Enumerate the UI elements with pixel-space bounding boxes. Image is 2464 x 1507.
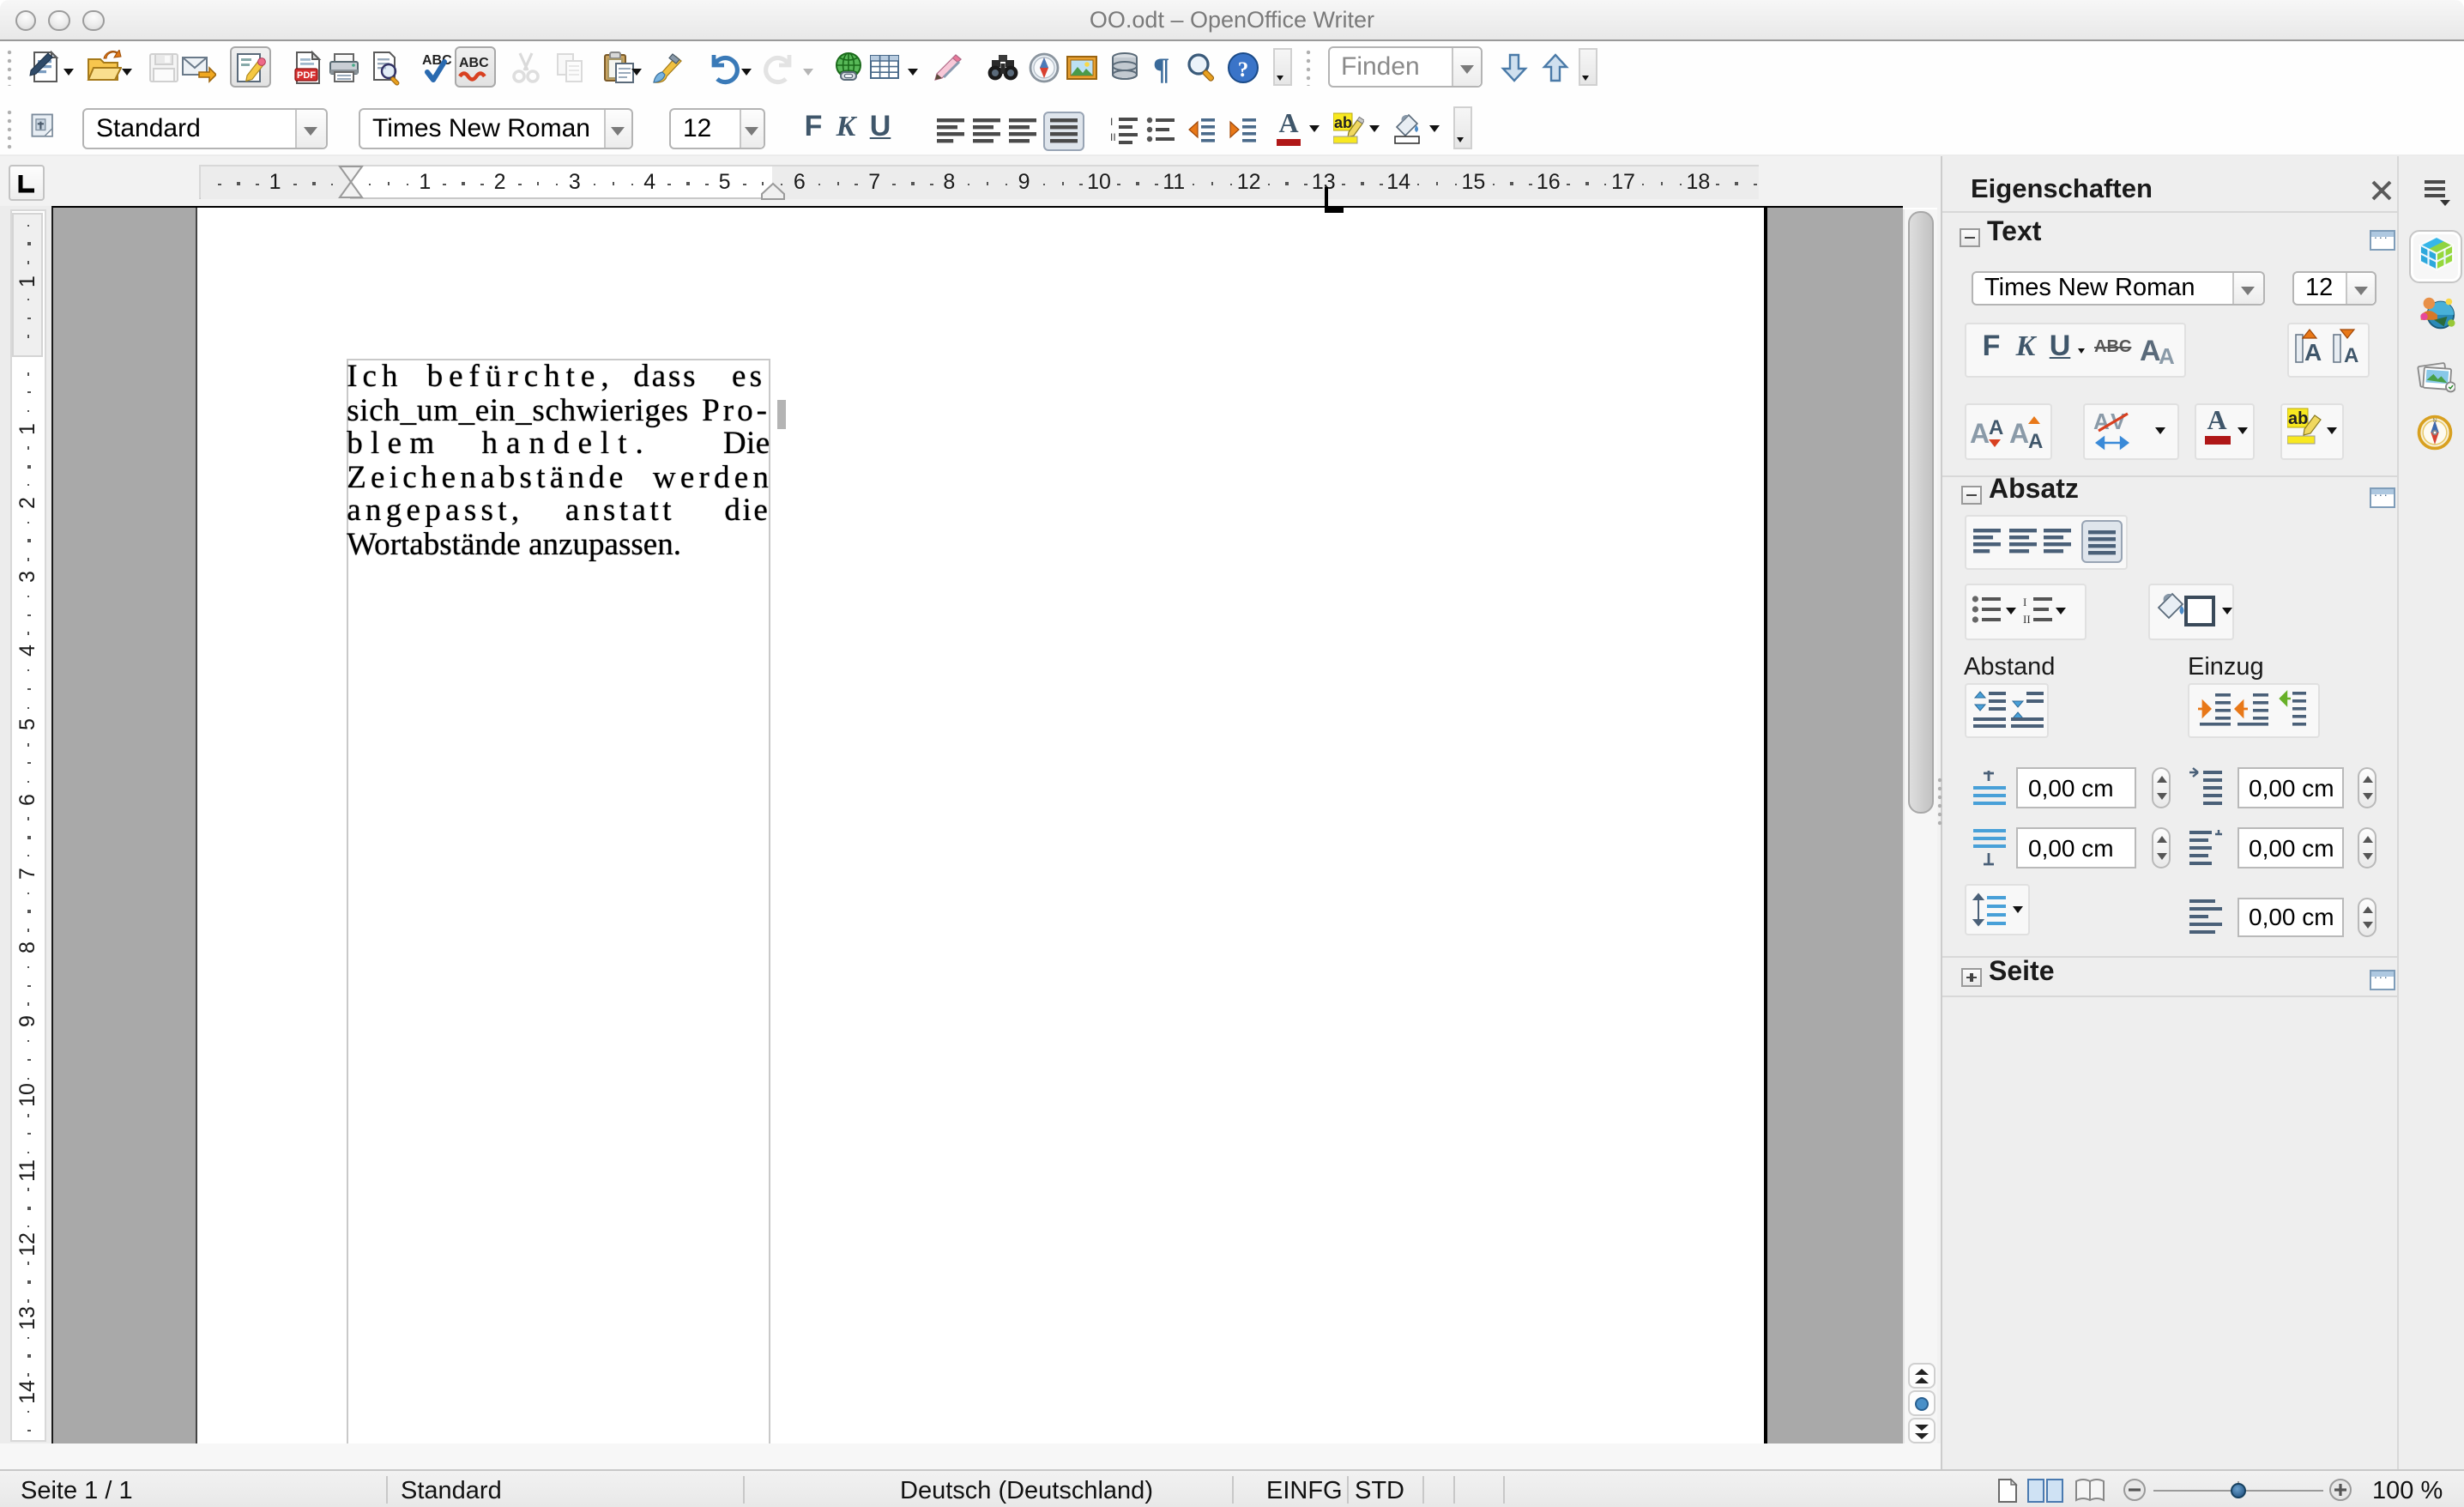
svg-text:A: A xyxy=(2343,344,2358,367)
svg-text:A: A xyxy=(2158,343,2174,369)
svg-text:A: A xyxy=(2304,339,2321,366)
svg-text:?: ? xyxy=(1238,58,1249,82)
svg-text:ABC: ABC xyxy=(421,53,451,68)
svg-text:A: A xyxy=(2008,418,2028,449)
svg-text:A: A xyxy=(1969,418,1989,449)
svg-text:ab: ab xyxy=(1333,113,1351,130)
svg-text:ABC: ABC xyxy=(459,55,489,70)
svg-text:¶: ¶ xyxy=(1153,51,1169,86)
svg-text:A: A xyxy=(2027,430,2042,453)
svg-text:PDF: PDF xyxy=(297,70,316,81)
svg-text:N: N xyxy=(2431,415,2436,423)
svg-text:I: I xyxy=(2022,596,2026,608)
svg-text:A: A xyxy=(1988,416,2002,439)
svg-text:ab: ab xyxy=(2287,409,2307,428)
svg-text:A: A xyxy=(2139,335,2160,367)
svg-text:I: I xyxy=(1109,116,1112,128)
svg-text:II: II xyxy=(1109,131,1115,143)
svg-text:II: II xyxy=(2022,613,2030,625)
